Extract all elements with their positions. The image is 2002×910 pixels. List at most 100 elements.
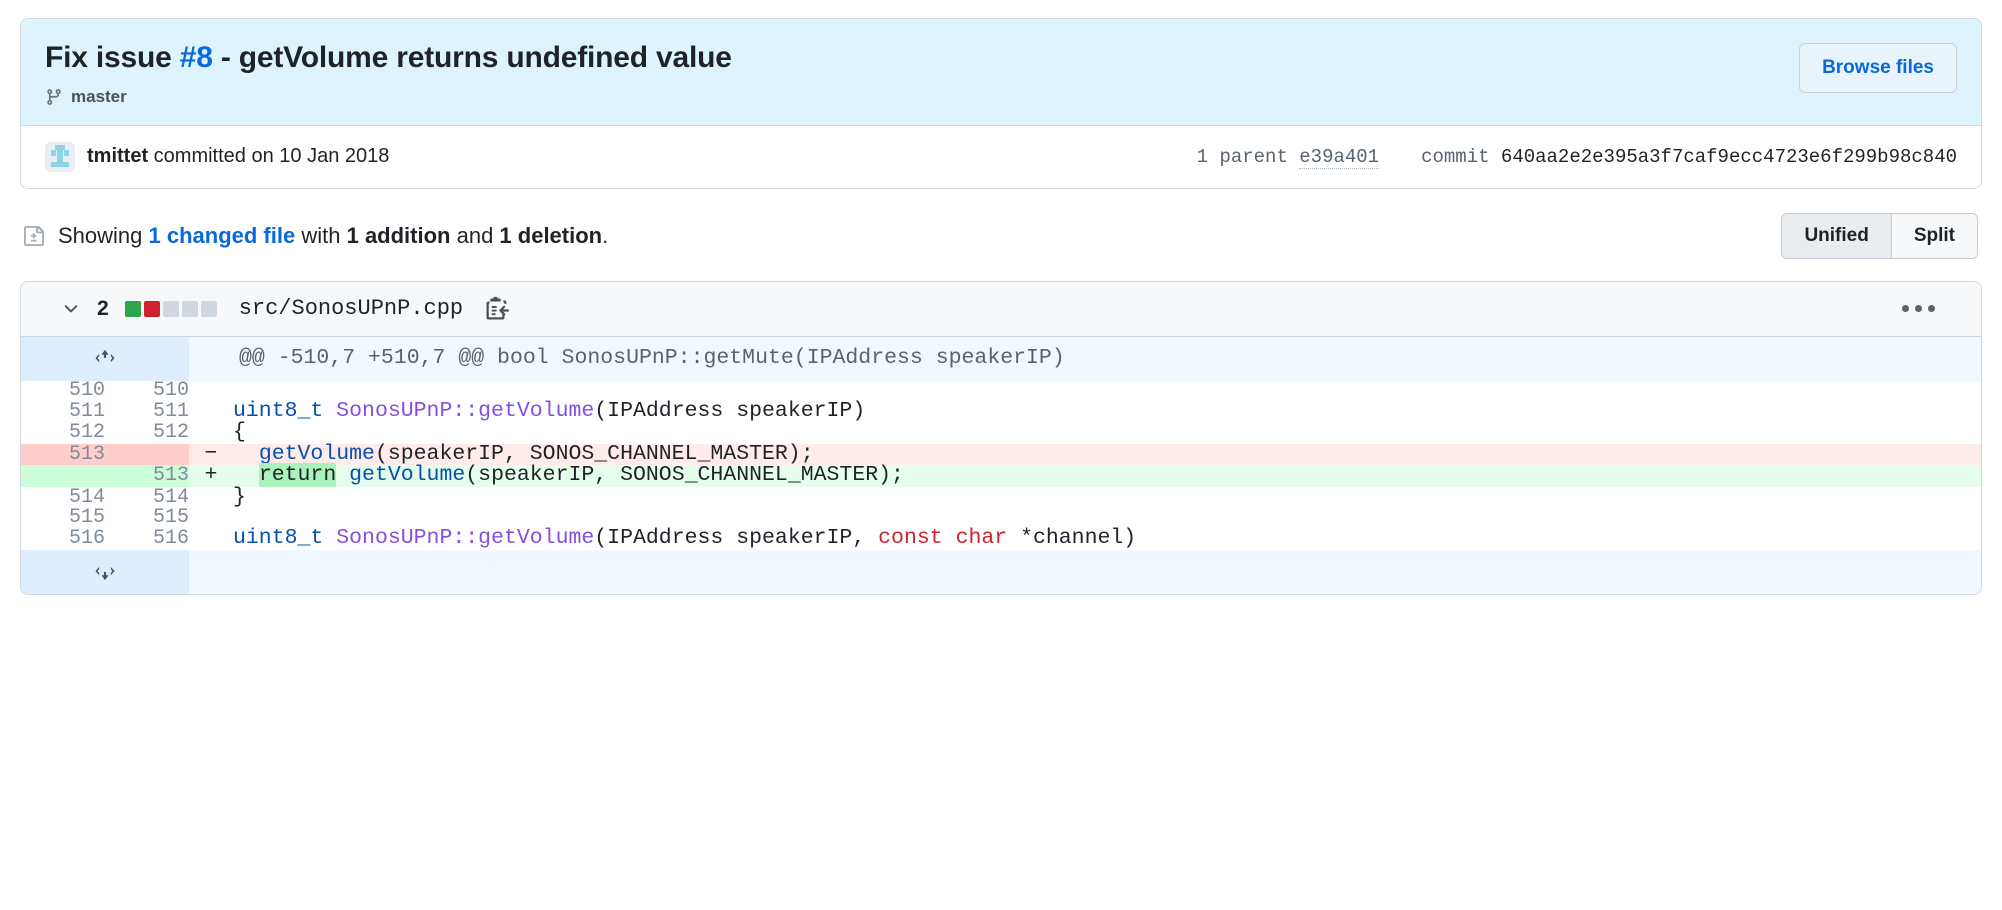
issue-link[interactable]: #8 xyxy=(180,41,213,74)
expand-up-icon xyxy=(92,348,118,370)
page-title: Fix issue #8 - getVolume returns undefin… xyxy=(45,39,732,77)
file-path[interactable]: src/SonosUPnP.cpp xyxy=(239,296,463,321)
diff-body: @@ -510,7 +510,7 @@ bool SonosUPnP::getM… xyxy=(21,336,1981,595)
table-row: 511 511 uint8_t SonosUPnP::getVolume(IPA… xyxy=(21,400,1981,423)
diffstat-block-neutral xyxy=(200,300,217,317)
diffstat-block-neutral xyxy=(181,300,198,317)
copy-path-icon[interactable] xyxy=(485,296,510,322)
file-change-count: 2 xyxy=(97,296,109,320)
commit-sha-block: commit 640aa2e2e395a3f7caf9ecc4723e6f299… xyxy=(1421,146,1957,168)
file-header-left: 2 src/SonosUPnP.cpp xyxy=(61,296,510,322)
author-line: tmittet committed on 10 Jan 2018 xyxy=(87,145,389,168)
diffstat-bar xyxy=(124,300,217,317)
diff-marker xyxy=(189,336,233,381)
commit-page: Fix issue #8 - getVolume returns undefin… xyxy=(0,0,2002,596)
commit-title-prefix: Fix issue xyxy=(45,41,180,74)
code-line[interactable]: uint8_t SonosUPnP::getVolume(IPAddress s… xyxy=(233,528,1981,550)
diff-marker xyxy=(189,380,233,401)
deletions-count: 1 deletion xyxy=(499,222,603,248)
branch-name[interactable]: master xyxy=(71,87,127,107)
code-line-empty xyxy=(233,549,1981,595)
old-line-number[interactable]: 514 xyxy=(21,486,105,509)
kebab-menu-icon[interactable] xyxy=(1894,297,1961,320)
table-row-addition: 513 + return getVolume(speakerIP, SONOS_… xyxy=(21,463,1981,488)
expand-down-icon xyxy=(92,561,118,583)
diff-marker xyxy=(189,486,233,509)
hunk-header-text: @@ -510,7 +510,7 @@ bool SonosUPnP::getM… xyxy=(233,336,1981,381)
table-row: 515 515 xyxy=(21,508,1981,529)
diff-marker-deletion: − xyxy=(189,443,233,466)
diff-marker xyxy=(189,549,233,595)
commit-sha[interactable]: 640aa2e2e395a3f7caf9ecc4723e6f299b98c840 xyxy=(1501,146,1957,168)
code-line[interactable]: getVolume(speakerIP, SONOS_CHANNEL_MASTE… xyxy=(233,443,1981,466)
code-line[interactable]: } xyxy=(233,486,1981,509)
table-row: 516 516 uint8_t SonosUPnP::getVolume(IPA… xyxy=(21,528,1981,550)
showing-prefix: Showing xyxy=(58,222,149,248)
old-line-number[interactable]: 510 xyxy=(21,380,105,401)
old-line-number[interactable]: 513 xyxy=(21,443,105,466)
code-line[interactable]: { xyxy=(233,422,1981,444)
diff-hunk-header-row: @@ -510,7 +510,7 @@ bool SonosUPnP::getM… xyxy=(21,336,1981,381)
diff-marker xyxy=(189,422,233,444)
showing-mid: with xyxy=(295,222,347,248)
parent-hash-link[interactable]: e39a401 xyxy=(1299,145,1380,169)
commit-label: commit xyxy=(1421,145,1501,168)
old-line-number[interactable]: 515 xyxy=(21,508,105,529)
diff-expand-bottom-row xyxy=(21,549,1981,595)
author-name[interactable]: tmittet xyxy=(87,145,148,167)
code-line[interactable] xyxy=(233,380,1981,401)
commit-header-card: Fix issue #8 - getVolume returns undefin… xyxy=(20,18,1982,189)
table-row: 514 514 } xyxy=(21,486,1981,509)
old-line-number[interactable] xyxy=(21,465,105,487)
new-line-number[interactable]: 515 xyxy=(105,508,189,529)
diff-marker xyxy=(189,508,233,529)
commit-title-suffix: - getVolume returns undefined value xyxy=(212,41,732,74)
expand-down-button[interactable] xyxy=(21,549,189,595)
branch-row: master xyxy=(45,87,732,107)
commit-header-top: Fix issue #8 - getVolume returns undefin… xyxy=(21,19,1981,125)
commit-meta-row: tmittet committed on 10 Jan 2018 1 paren… xyxy=(21,124,1981,188)
tab-unified[interactable]: Unified xyxy=(1781,212,1891,259)
parent-block: 1 parent e39a401 xyxy=(1196,145,1380,169)
old-line-number[interactable]: 516 xyxy=(21,528,105,550)
expand-up-button[interactable] xyxy=(21,336,189,381)
tab-split[interactable]: Split xyxy=(1890,212,1978,259)
new-line-number[interactable]: 513 xyxy=(105,465,189,487)
author-block: tmittet committed on 10 Jan 2018 xyxy=(45,141,389,172)
avatar[interactable] xyxy=(45,141,75,172)
code-line[interactable] xyxy=(233,508,1981,529)
new-line-number[interactable]: 512 xyxy=(105,422,189,444)
parent-label: 1 parent xyxy=(1196,145,1300,168)
code-line[interactable]: return getVolume(speakerIP, SONOS_CHANNE… xyxy=(233,463,1981,488)
chevron-down-icon[interactable] xyxy=(61,299,81,319)
browse-files-button[interactable]: Browse files xyxy=(1799,43,1957,93)
diff-summary-row: Showing 1 changed file with 1 addition a… xyxy=(20,189,1982,281)
commit-hash-block: 1 parent e39a401 commit 640aa2e2e395a3f7… xyxy=(1196,145,1957,169)
new-line-number[interactable]: 516 xyxy=(105,528,189,550)
table-row: 512 512 { xyxy=(21,422,1981,444)
diff-view-toggle: Unified Split xyxy=(1781,212,1978,259)
file-diff-container: 2 src/SonosUPnP.cpp @@ -510,7 +510,7 @@ … xyxy=(20,280,1982,596)
old-line-number[interactable]: 512 xyxy=(21,422,105,444)
table-row: 510 510 xyxy=(21,380,1981,401)
new-line-number[interactable] xyxy=(105,443,189,466)
diffstat-block-neutral xyxy=(162,300,179,317)
commit-title-area: Fix issue #8 - getVolume returns undefin… xyxy=(45,39,732,107)
diff-marker xyxy=(189,400,233,423)
additions-count: 1 addition xyxy=(346,222,451,248)
new-line-number[interactable]: 514 xyxy=(105,486,189,509)
new-line-number[interactable]: 510 xyxy=(105,380,189,401)
file-diff-icon xyxy=(24,224,44,248)
showing-period: . xyxy=(602,222,609,248)
new-line-number[interactable]: 511 xyxy=(105,400,189,423)
file-header: 2 src/SonosUPnP.cpp xyxy=(21,281,1981,337)
showing-and: and xyxy=(450,222,500,248)
code-line[interactable]: uint8_t SonosUPnP::getVolume(IPAddress s… xyxy=(233,400,1981,423)
git-branch-icon xyxy=(45,87,63,107)
diff-table: @@ -510,7 +510,7 @@ bool SonosUPnP::getM… xyxy=(21,336,1981,595)
diff-marker xyxy=(189,528,233,550)
commit-date: committed on 10 Jan 2018 xyxy=(148,145,390,167)
table-row-deletion: 513 − getVolume(speakerIP, SONOS_CHANNEL… xyxy=(21,443,1981,466)
changed-files-link[interactable]: 1 changed file xyxy=(149,223,296,248)
old-line-number[interactable]: 511 xyxy=(21,400,105,423)
